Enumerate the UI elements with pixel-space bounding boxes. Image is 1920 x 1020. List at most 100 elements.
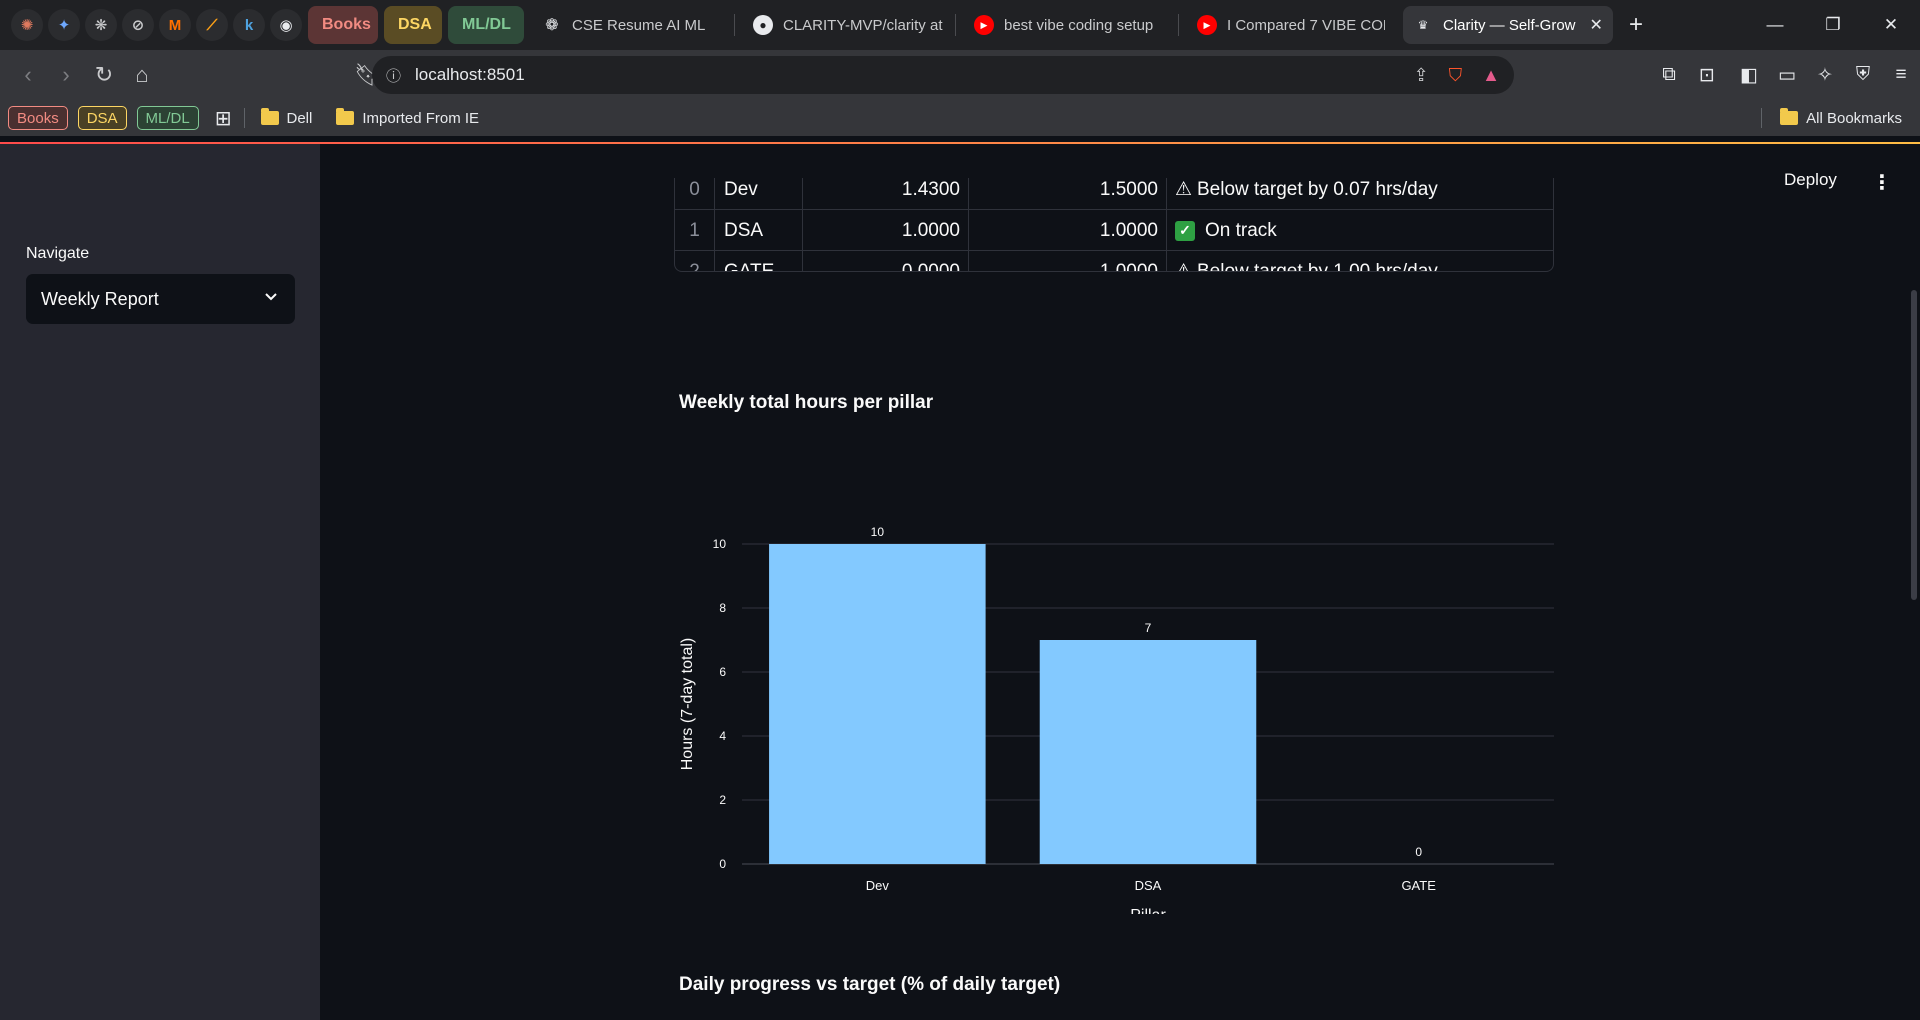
perplexity-icon[interactable]: ❋	[85, 9, 117, 41]
all-bookmarks[interactable]: All Bookmarks	[1761, 100, 1902, 136]
bar-dev[interactable]	[769, 544, 986, 864]
section-title-daily-progress: Daily progress vs target (% of daily tar…	[679, 974, 1061, 995]
weekly-summary-table[interactable]: 0 Dev 1.4300 1.5000 ⚠ Below target by 0.07 hr…	[674, 178, 1554, 272]
tab-github-clarity[interactable]: ● CLARITY-MVP/clarity at	[743, 6, 953, 44]
x-tick-label: DSA	[1135, 878, 1162, 893]
tab-clarity-active[interactable]: ♛ Clarity — Self-Grow ✕	[1403, 6, 1613, 44]
github-icon[interactable]: ◉	[270, 9, 302, 41]
page-scrollbar[interactable]	[1911, 290, 1917, 600]
brave-rewards-icon[interactable]: ▲	[1482, 65, 1500, 86]
share-icon[interactable]: ⇪	[1414, 65, 1429, 86]
tab-vibe-compare[interactable]: ▶ I Compared 7 VIBE COD	[1187, 6, 1395, 44]
apps-grid-icon[interactable]: ⊞	[215, 106, 232, 131]
pillar-cell: GATE	[715, 251, 803, 271]
mistral-icon[interactable]: M	[159, 9, 191, 41]
y-tick-label: 10	[713, 537, 727, 551]
minimize-icon[interactable]: —	[1746, 0, 1804, 50]
bookmark-folder-label: Imported From IE	[362, 109, 480, 127]
warning-icon: ⚠	[1175, 179, 1193, 200]
home-icon[interactable]: ⌂	[124, 57, 160, 93]
brave-shield-icon[interactable]: ⛉	[1449, 65, 1463, 86]
new-tab-button[interactable]: +	[1629, 11, 1643, 39]
warning-icon: ⚠	[1175, 261, 1193, 272]
vpn-icon[interactable]: ⛨	[1844, 64, 1882, 86]
chevron-down-icon	[265, 293, 277, 301]
check-icon: ✓	[1175, 220, 1195, 241]
tab-cse-resume[interactable]: ❁ CSE Resume AI ML	[532, 6, 732, 44]
tab-vibe-coding[interactable]: ▶ best vibe coding setup	[964, 6, 1176, 44]
bookmark-group-books[interactable]: Books	[8, 106, 68, 130]
y-tick-label: 8	[719, 601, 726, 615]
y-axis-title: Hours (7-day total)	[679, 638, 696, 771]
url-text: localhost:8501	[415, 65, 525, 84]
tab-group-dsa[interactable]: DSA	[384, 6, 442, 44]
site-info-icon[interactable]: ⓘ	[386, 65, 401, 86]
tab-title: I Compared 7 VIBE COD	[1227, 16, 1385, 34]
all-bookmarks-label: All Bookmarks	[1806, 109, 1902, 127]
toolbar-actions: ⧉ ⊡ ◧ ▭ ✧ ⛨ ≡	[1650, 50, 1920, 100]
status-cell: ⚠ Below target by 0.07 hrs/day	[1167, 178, 1553, 210]
avg-hours-cell: 1.0000	[803, 210, 969, 251]
x-tick-label: GATE	[1401, 878, 1436, 893]
sidebar: Navigate Weekly Report	[0, 144, 320, 1020]
y-tick-label: 2	[719, 793, 726, 807]
bar-data-label: 0	[1415, 845, 1422, 859]
address-bar[interactable]: ⓘ localhost:8501 ⇪ ⛉ ▲	[372, 56, 1514, 94]
chatgpt-icon[interactable]: ⊘	[122, 9, 154, 41]
status-cell: ✓ On track	[1167, 210, 1553, 251]
bookmark-divider	[1761, 108, 1763, 128]
deploy-button[interactable]: Deploy	[1784, 170, 1837, 190]
leo-ai-icon[interactable]: ✧	[1806, 64, 1844, 87]
github-icon: ●	[753, 15, 773, 35]
avg-hours-cell: 1.4300	[803, 178, 969, 210]
close-window-icon[interactable]: ✕	[1862, 0, 1920, 50]
tab-title: best vibe coding setup	[1004, 16, 1154, 34]
page-select[interactable]: Weekly Report	[26, 274, 295, 324]
sidebar-toggle-icon[interactable]: ◧	[1730, 64, 1768, 87]
tab-group-books[interactable]: Books	[308, 6, 378, 44]
reload-icon[interactable]: ↻	[86, 57, 122, 93]
back-icon[interactable]: ‹	[10, 57, 46, 93]
table-row[interactable]: 2 GATE 0.0000 1.0000 ⚠ Below target by 1.00 h…	[675, 251, 1553, 272]
menu-icon[interactable]: ≡	[1882, 64, 1920, 86]
tab-title: CLARITY-MVP/clarity at	[783, 16, 943, 34]
status-text: Below target by 1.00 hrs/day	[1197, 260, 1438, 272]
navigate-label: Navigate	[26, 245, 90, 262]
youtube-icon: ▶	[1197, 15, 1217, 35]
target-hours-cell: 1.0000	[969, 251, 1167, 271]
row-index: 0	[675, 178, 715, 210]
streamlit-app: Navigate Weekly Report Deploy ⋮ 0 Dev 1.43…	[0, 144, 1920, 1020]
restore-icon[interactable]: ❐	[1804, 0, 1862, 50]
page-select-value: Weekly Report	[41, 288, 159, 309]
weekly-hours-bar-chart[interactable]: 0 2 4 6 8 10 10 Dev 7 DSA 0 GATE Pillar Hours (7-day …	[672, 434, 1562, 914]
search-tabs-icon[interactable]: ⊡	[1688, 64, 1726, 87]
bookmark-group-dsa[interactable]: DSA	[77, 106, 127, 130]
bookmark-folder-dell[interactable]: Dell	[260, 108, 313, 127]
window-controls: — ❐ ✕	[1746, 0, 1920, 50]
tab-group-mldl[interactable]: ML/DL	[448, 6, 524, 44]
bar-data-label: 7	[1145, 621, 1152, 635]
pillar-cell: DSA	[715, 210, 803, 251]
claude-icon[interactable]: ✺	[11, 9, 43, 41]
forward-icon[interactable]: ›	[48, 57, 84, 93]
leetcode-icon[interactable]: ⟋	[196, 9, 228, 41]
pillar-cell: Dev	[715, 178, 803, 210]
bookmark-folder-label: Dell	[286, 109, 313, 127]
wallet-icon[interactable]: ▭	[1768, 64, 1806, 87]
bar-dsa[interactable]	[1039, 640, 1257, 864]
bookmark-group-mldl[interactable]: ML/DL	[136, 106, 199, 130]
bookmark-folder-imported[interactable]: Imported From IE	[336, 108, 480, 127]
extensions-icon[interactable]: ⧉	[1650, 64, 1688, 86]
folder-icon	[336, 108, 355, 125]
table-row[interactable]: 1 DSA 1.0000 1.0000 ✓ On track	[675, 210, 1553, 251]
tab-separator	[1178, 14, 1179, 36]
status-cell: ⚠ Below target by 1.00 hrs/day	[1167, 251, 1553, 272]
gemini-icon[interactable]: ✦	[48, 9, 80, 41]
close-tab-icon[interactable]: ✕	[1590, 15, 1603, 35]
tab-title: CSE Resume AI ML	[572, 16, 706, 34]
main-menu-icon[interactable]: ⋮	[1872, 170, 1892, 195]
k-icon[interactable]: k	[233, 9, 265, 41]
table-row[interactable]: 0 Dev 1.4300 1.5000 ⚠ Below target by 0.07 hr…	[675, 178, 1553, 210]
target-hours-cell: 1.0000	[969, 210, 1167, 251]
bar-data-label: 10	[871, 525, 885, 539]
